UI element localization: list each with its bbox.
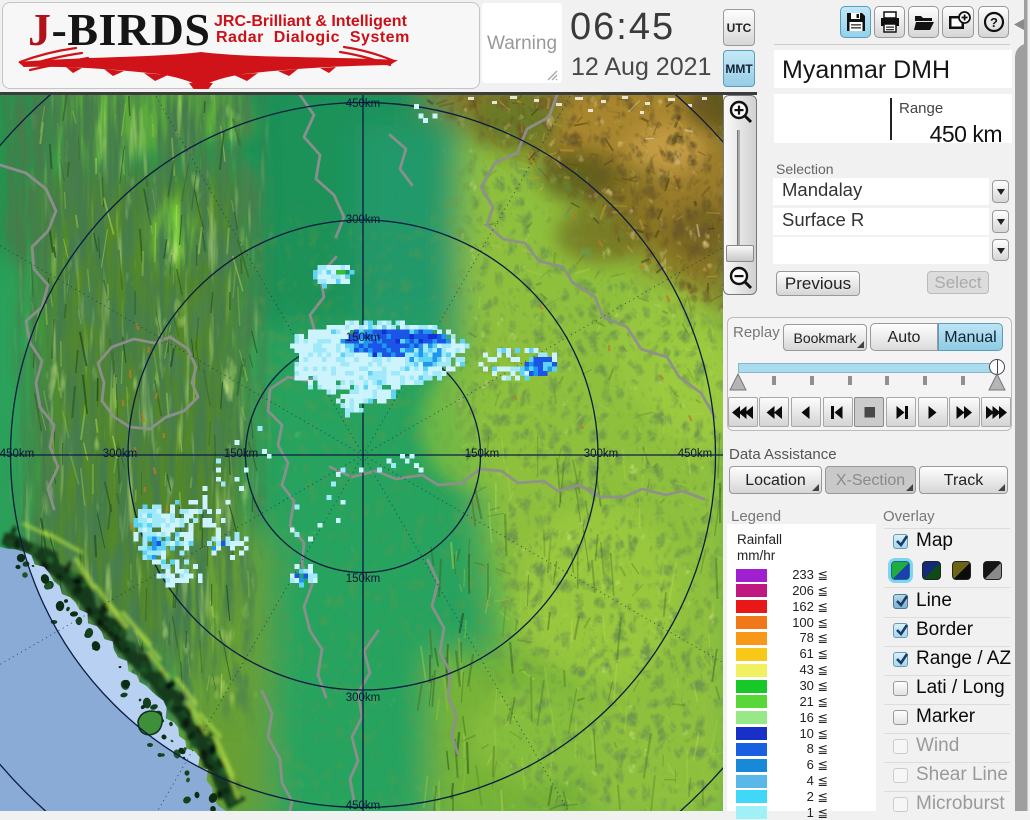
svg-text:150km: 150km [224,448,259,460]
svg-text:300km: 300km [584,448,619,460]
svg-text:J-BIRDS: J-BIRDS [28,4,210,55]
svg-text:450km: 450km [346,800,381,811]
svg-text:Radar Dialogic System: Radar Dialogic System [216,29,410,46]
svg-text:150km: 150km [346,573,381,585]
svg-text:300km: 300km [346,692,381,704]
svg-text:?: ? [990,15,998,30]
svg-text:450km: 450km [346,98,381,110]
svg-text:450km: 450km [678,448,713,460]
svg-text:JRC-Brilliant & Intelligent: JRC-Brilliant & Intelligent [214,13,408,30]
svg-text:150km: 150km [465,448,500,460]
svg-text:150km: 150km [346,332,381,344]
svg-text:300km: 300km [346,214,381,226]
svg-text:450km: 450km [0,448,34,460]
svg-text:300km: 300km [103,448,138,460]
